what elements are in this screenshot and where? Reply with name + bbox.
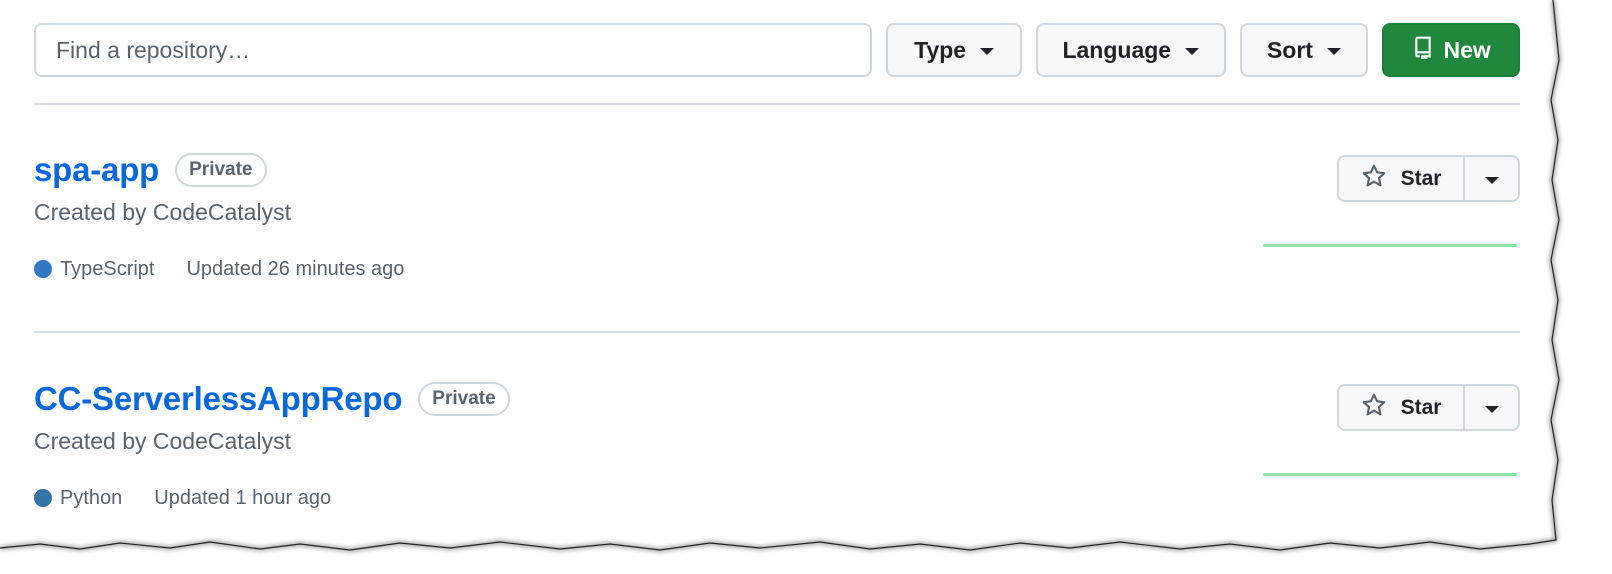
caret-down-icon [1484,405,1499,413]
language-color-dot [34,260,52,278]
star-button[interactable]: Star [1339,157,1465,200]
caret-down-icon [980,48,995,55]
language-filter-label: Language [1062,36,1172,63]
repository-list-item: CC-ServerlessAppRepo Private Created by … [34,379,1520,529]
star-icon [1361,163,1387,195]
activity-graph [1263,244,1517,247]
divider [34,331,1520,333]
caret-down-icon [1484,176,1499,184]
visibility-badge: Private [175,153,267,187]
repository-list-item: spa-app Private Created by CodeCatalyst … [34,150,1520,300]
repository-name-link[interactable]: spa-app [34,151,159,189]
language-color-dot [34,489,52,507]
repositories-page: Type Language Sort New spa-app [0,0,1612,574]
caret-down-icon [1185,48,1200,55]
repository-filter-toolbar: Type Language Sort New [34,23,1521,77]
star-list-dropdown[interactable] [1465,386,1518,429]
type-filter-label: Type [914,36,967,63]
new-button-label: New [1443,36,1491,63]
find-repository-input[interactable] [34,23,873,77]
repository-updated-time: Updated 1 hour ago [154,486,332,509]
sort-label: Sort [1266,36,1313,63]
repository-name-link[interactable]: CC-ServerlessAppRepo [34,380,402,418]
visibility-badge: Private [418,382,510,416]
star-button[interactable]: Star [1339,386,1465,429]
star-list-dropdown[interactable] [1465,157,1518,200]
repository-language: TypeScript [60,257,155,280]
repository-description: Created by CodeCatalyst [34,428,291,454]
repo-icon [1412,35,1434,65]
caret-down-icon [1326,48,1341,55]
new-repository-button[interactable]: New [1382,23,1521,77]
repository-updated-time: Updated 26 minutes ago [186,257,405,280]
star-label: Star [1400,166,1442,190]
language-filter-button[interactable]: Language [1035,23,1226,77]
star-label: Star [1400,395,1442,419]
star-button-group: Star [1337,155,1520,202]
repository-language: Python [60,486,123,509]
activity-graph [1263,473,1517,476]
star-icon [1361,392,1387,424]
star-button-group: Star [1337,384,1520,431]
divider [34,103,1520,105]
sort-button[interactable]: Sort [1239,23,1369,77]
type-filter-button[interactable]: Type [886,23,1022,77]
repository-description: Created by CodeCatalyst [34,199,291,225]
